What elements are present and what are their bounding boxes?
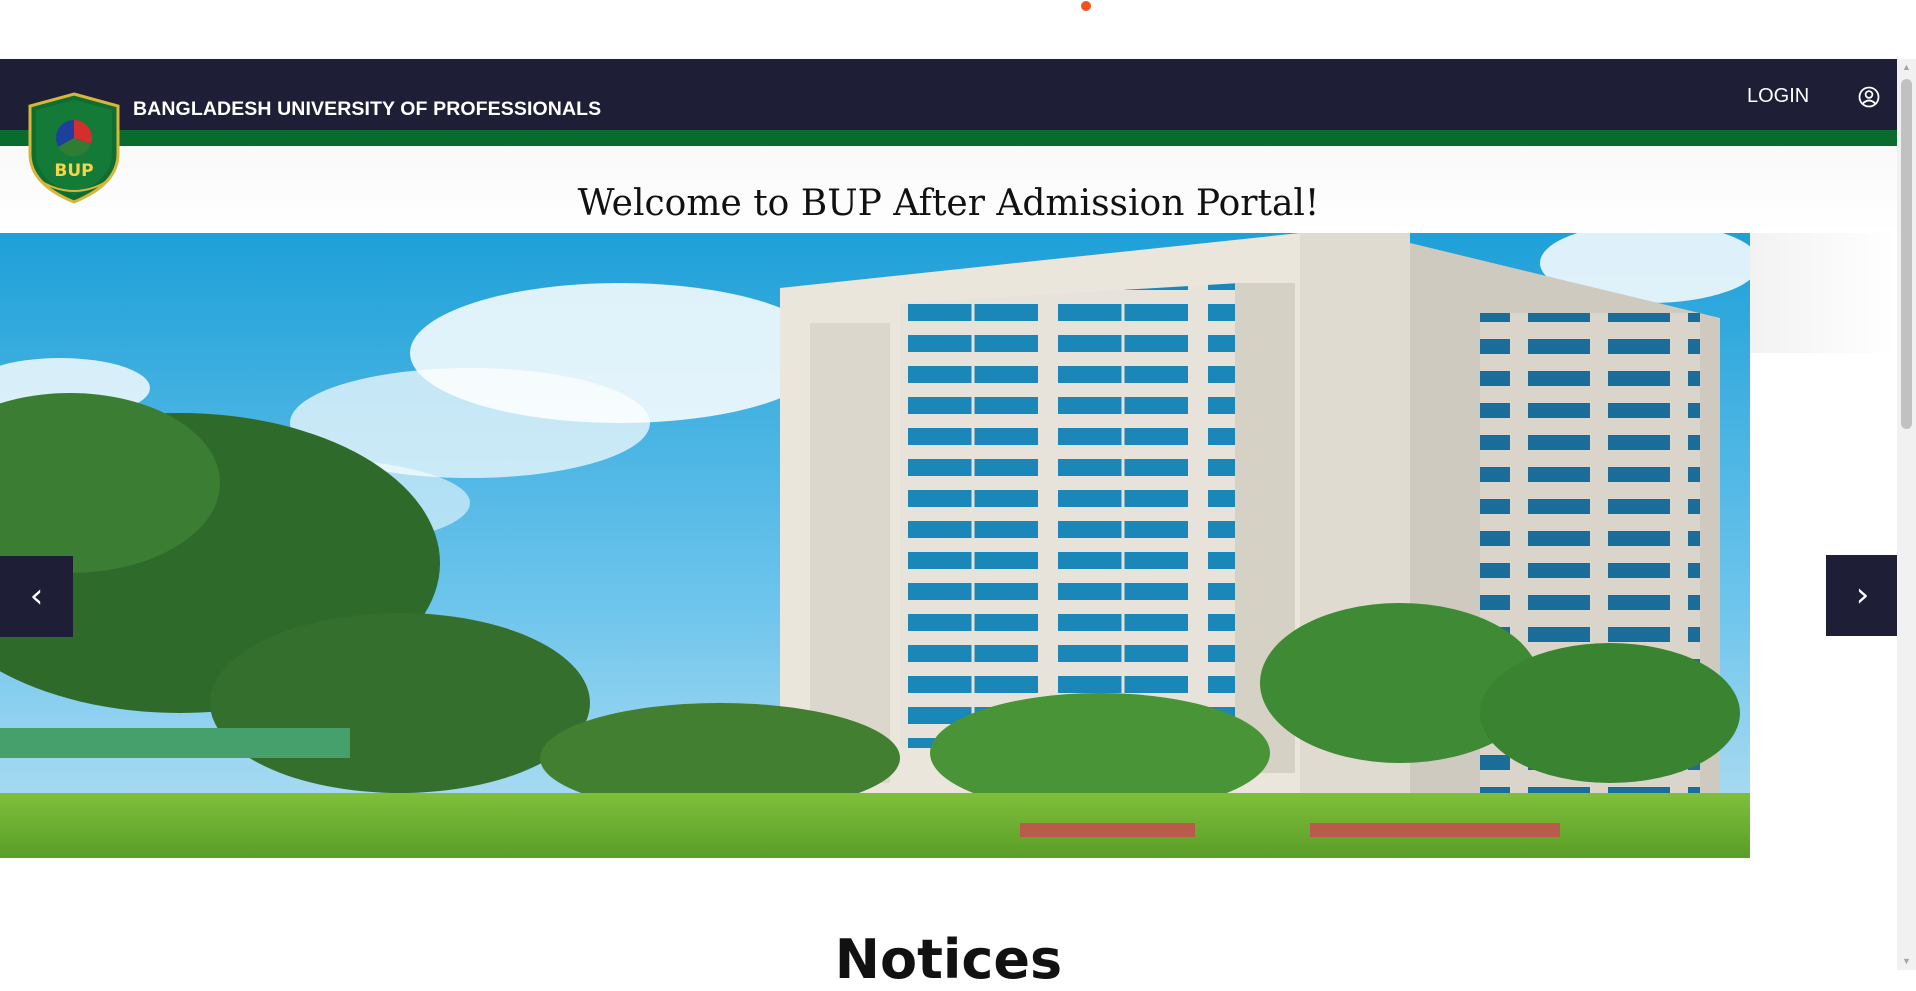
slider-edge-shadow [1750,233,1897,353]
notices-heading: Notices [834,928,1063,991]
slider-next-button[interactable]: › [1826,555,1899,636]
campus-building-image [0,233,1750,858]
loading-dot-icon [1081,1,1091,11]
slider-prev-button[interactable]: ‹ [0,556,73,637]
header-green-stripe [0,130,1897,146]
welcome-heading: Welcome to BUP After Admission Portal! [577,183,1320,224]
login-link[interactable]: LOGIN [1747,85,1809,108]
page-scrollbar[interactable]: ▲ ▼ [1897,59,1916,970]
bup-logo[interactable]: BUP [22,92,126,204]
chevron-right-icon: › [1855,575,1870,615]
scroll-up-icon[interactable]: ▲ [1897,59,1916,76]
chevron-left-icon: ‹ [29,576,44,616]
logo-text: BUP [54,161,93,181]
scroll-down-icon[interactable]: ▼ [1897,953,1916,970]
hero-slider [0,233,1750,858]
scroll-thumb[interactable] [1901,79,1912,429]
user-circle-icon[interactable] [1858,86,1880,108]
university-name: BANGLADESH UNIVERSITY OF PROFESSIONALS [133,98,602,120]
